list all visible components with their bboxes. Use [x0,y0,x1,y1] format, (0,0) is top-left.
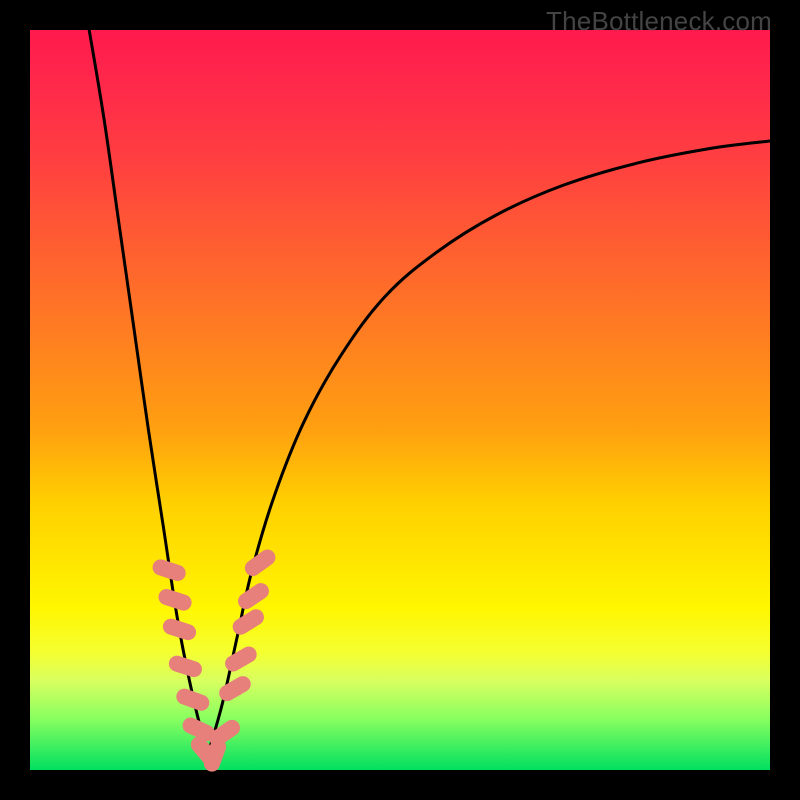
curve-marker [222,644,259,675]
watermark-text: TheBottleneck.com [546,6,772,37]
curve-marker [235,580,272,612]
curve-marker [242,546,279,579]
curve-left-curve [89,30,207,755]
chart-plot-area [30,30,770,770]
curve-right-curve [208,141,770,755]
chart-svg [30,30,770,770]
curves-layer [89,30,770,755]
markers-layer [150,546,278,774]
chart-frame: TheBottleneck.com [0,0,800,800]
curve-marker [230,606,267,638]
